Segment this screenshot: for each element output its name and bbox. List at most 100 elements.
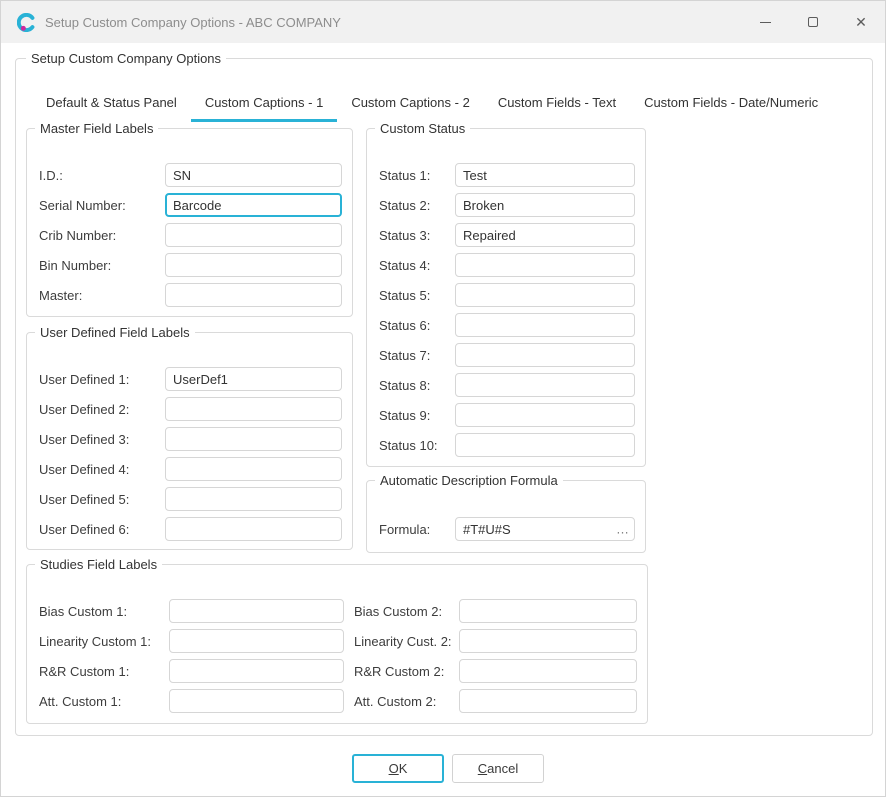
tab-custom-captions-2[interactable]: Custom Captions - 2	[337, 89, 484, 122]
field-row: Status 5:	[379, 283, 635, 307]
input-status-1[interactable]	[455, 163, 635, 187]
studies-cell: Bias Custom 2:	[354, 599, 637, 623]
field-row: Crib Number:	[39, 223, 342, 247]
input-att-custom-2[interactable]	[459, 689, 637, 713]
input-user-defined-5[interactable]	[165, 487, 342, 511]
input-bin-number[interactable]	[165, 253, 342, 277]
formula-browse-button[interactable]: …	[613, 521, 632, 538]
group-custom-status: Custom Status Status 1: Status 2: Status…	[366, 128, 646, 467]
field-row: Master:	[39, 283, 342, 307]
studies-cell: Att. Custom 2:	[354, 689, 637, 713]
input-status-5[interactable]	[455, 283, 635, 307]
cancel-button[interactable]: Cancel	[452, 754, 544, 783]
field-row: User Defined 5:	[39, 487, 342, 511]
input-status-7[interactable]	[455, 343, 635, 367]
window-controls: ✕	[741, 1, 885, 43]
input-crib-number[interactable]	[165, 223, 342, 247]
input-user-defined-6[interactable]	[165, 517, 342, 541]
studies-cell: Att. Custom 1:	[39, 689, 344, 713]
input-user-defined-2[interactable]	[165, 397, 342, 421]
input-status-8[interactable]	[455, 373, 635, 397]
input-bias-custom-1[interactable]	[169, 599, 344, 623]
options-panel: Setup Custom Company Options Default & S…	[15, 58, 873, 736]
group-title-master: Master Field Labels	[35, 120, 158, 137]
field-label-status-9: Status 9:	[379, 408, 455, 423]
input-linearity-custom-1[interactable]	[169, 629, 344, 653]
input-status-4[interactable]	[455, 253, 635, 277]
field-row: Status 6:	[379, 313, 635, 337]
field-row: Linearity Custom 1: Linearity Cust. 2:	[39, 629, 637, 653]
input-status-9[interactable]	[455, 403, 635, 427]
field-row: User Defined 2:	[39, 397, 342, 421]
field-row: User Defined 4:	[39, 457, 342, 481]
field-label-user-defined-2: User Defined 2:	[39, 402, 165, 417]
field-label-user-defined-3: User Defined 3:	[39, 432, 165, 447]
titlebar: Setup Custom Company Options - ABC COMPA…	[1, 1, 885, 43]
field-row: Status 4:	[379, 253, 635, 277]
close-button[interactable]: ✕	[837, 1, 885, 43]
field-row: Bin Number:	[39, 253, 342, 277]
field-row: Bias Custom 1: Bias Custom 2:	[39, 599, 637, 623]
input-user-defined-4[interactable]	[165, 457, 342, 481]
input-att-custom-1[interactable]	[169, 689, 344, 713]
input-status-3[interactable]	[455, 223, 635, 247]
maximize-button[interactable]	[789, 1, 837, 43]
field-label-status-4: Status 4:	[379, 258, 455, 273]
input-rr-custom-1[interactable]	[169, 659, 344, 683]
field-label-id: I.D.:	[39, 168, 165, 183]
field-label-bin-number: Bin Number:	[39, 258, 165, 273]
input-bias-custom-2[interactable]	[459, 599, 637, 623]
field-label-bias-custom-1: Bias Custom 1:	[39, 604, 169, 619]
minimize-button[interactable]	[741, 1, 789, 43]
group-title-user-defined: User Defined Field Labels	[35, 324, 195, 341]
field-label-status-5: Status 5:	[379, 288, 455, 303]
maximize-icon	[808, 17, 818, 27]
field-label-bias-custom-2: Bias Custom 2:	[354, 604, 459, 619]
field-label-linearity-cust-2: Linearity Cust. 2:	[354, 634, 459, 649]
group-automatic-description-formula: Automatic Description Formula Formula: …	[366, 480, 646, 553]
close-icon: ✕	[855, 15, 867, 29]
tab-default-status-panel[interactable]: Default & Status Panel	[32, 89, 191, 122]
input-status-6[interactable]	[455, 313, 635, 337]
ok-button[interactable]: OK	[352, 754, 444, 783]
field-row: Formula: …	[379, 517, 635, 541]
window-title: Setup Custom Company Options - ABC COMPA…	[45, 15, 341, 30]
field-label-user-defined-1: User Defined 1:	[39, 372, 165, 387]
studies-cell: R&R Custom 1:	[39, 659, 344, 683]
studies-cell: Linearity Custom 1:	[39, 629, 344, 653]
field-label-formula: Formula:	[379, 522, 455, 537]
tab-custom-fields-text[interactable]: Custom Fields - Text	[484, 89, 630, 122]
input-status-2[interactable]	[455, 193, 635, 217]
field-label-status-10: Status 10:	[379, 438, 455, 453]
input-user-defined-1[interactable]	[165, 367, 342, 391]
field-row: User Defined 3:	[39, 427, 342, 451]
field-label-user-defined-6: User Defined 6:	[39, 522, 165, 537]
input-master[interactable]	[165, 283, 342, 307]
field-label-user-defined-5: User Defined 5:	[39, 492, 165, 507]
input-rr-custom-2[interactable]	[459, 659, 637, 683]
input-user-defined-3[interactable]	[165, 427, 342, 451]
field-row: User Defined 6:	[39, 517, 342, 541]
group-title-formula: Automatic Description Formula	[375, 472, 563, 489]
field-label-master: Master:	[39, 288, 165, 303]
field-label-status-6: Status 6:	[379, 318, 455, 333]
field-row: Status 10:	[379, 433, 635, 457]
field-row: Status 3:	[379, 223, 635, 247]
dialog-buttons: OK Cancel	[352, 754, 544, 783]
tab-custom-fields-date-numeric[interactable]: Custom Fields - Date/Numeric	[630, 89, 832, 122]
field-label-rr-custom-1: R&R Custom 1:	[39, 664, 169, 679]
studies-cell: Bias Custom 1:	[39, 599, 344, 623]
input-serial-number[interactable]	[165, 193, 342, 217]
input-formula[interactable]	[455, 517, 635, 541]
field-row: User Defined 1:	[39, 367, 342, 391]
input-id[interactable]	[165, 163, 342, 187]
input-status-10[interactable]	[455, 433, 635, 457]
tab-custom-captions-1[interactable]: Custom Captions - 1	[191, 89, 338, 122]
field-row: Status 8:	[379, 373, 635, 397]
group-user-defined-field-labels: User Defined Field Labels User Defined 1…	[26, 332, 353, 550]
field-row: Status 1:	[379, 163, 635, 187]
field-label-status-1: Status 1:	[379, 168, 455, 183]
field-label-att-custom-2: Att. Custom 2:	[354, 694, 459, 709]
input-linearity-cust-2[interactable]	[459, 629, 637, 653]
group-title-studies: Studies Field Labels	[35, 556, 162, 573]
